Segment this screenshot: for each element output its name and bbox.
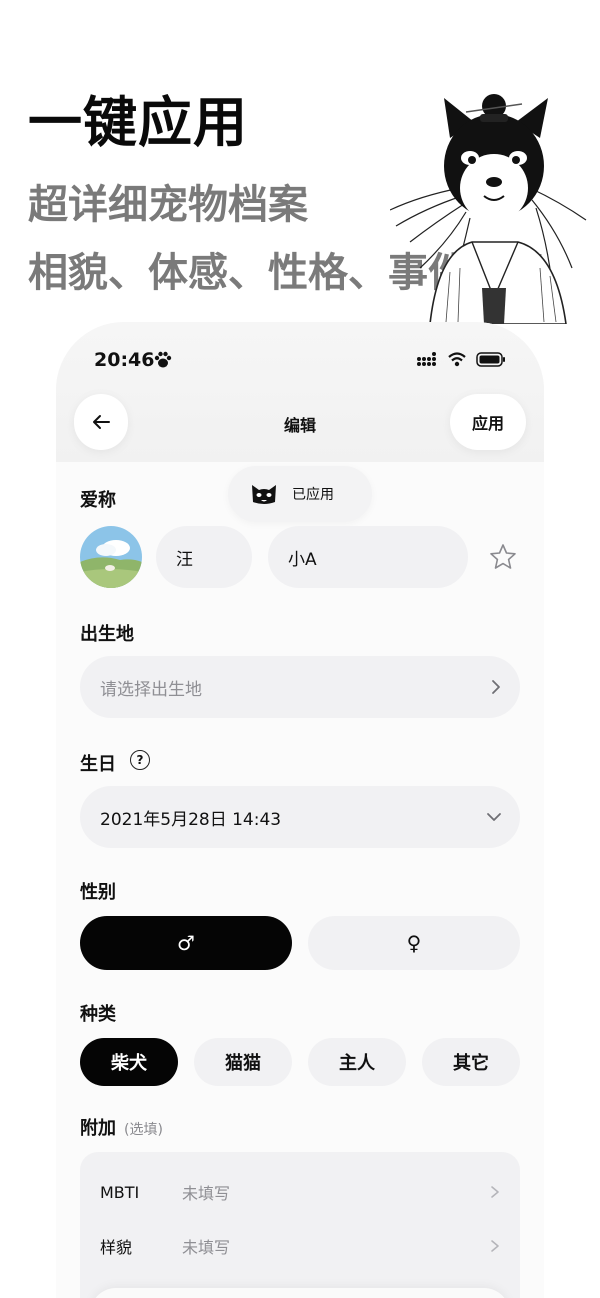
avatar[interactable]	[80, 526, 142, 588]
species-chip-other[interactable]: 其它	[422, 1038, 520, 1086]
help-icon[interactable]: ?	[130, 750, 150, 770]
species-chip-shiba[interactable]: 柴犬	[80, 1038, 178, 1086]
birthday-select[interactable]: 2021年5月28日 14:43	[80, 786, 520, 848]
chevron-down-icon	[487, 813, 501, 821]
name-input[interactable]: 小A	[268, 526, 468, 588]
birthday-label: 生日	[80, 754, 116, 775]
birthplace-placeholder: 请选择出生地	[100, 679, 202, 700]
star-icon[interactable]	[488, 542, 518, 572]
extra-row-key: 样貌	[100, 1238, 133, 1257]
gender-label: 性别	[80, 882, 116, 903]
promo-title: 一键应用	[28, 90, 248, 154]
bottom-sheet-edge	[90, 1288, 510, 1298]
gender-male-button[interactable]: ♂	[80, 916, 292, 970]
extra-row-mbti[interactable]: MBTI 未填写	[100, 1177, 500, 1207]
signal-icon	[417, 352, 436, 366]
birthplace-select[interactable]: 请选择出生地	[80, 656, 520, 718]
surname-input[interactable]: 汪	[156, 526, 252, 588]
species-chip-cat[interactable]: 猫猫	[194, 1038, 292, 1086]
extra-label-text: 附加	[80, 1118, 116, 1139]
extra-label: 附加 (选填)	[80, 1114, 163, 1140]
extra-card: MBTI 未填写 样貌 未填写	[80, 1152, 520, 1298]
birthday-value: 2021年5月28日 14:43	[100, 809, 282, 830]
apply-button[interactable]: 应用	[450, 394, 526, 450]
paw-icon	[154, 351, 172, 368]
birthplace-label: 出生地	[80, 624, 134, 645]
extra-row-value: 未填写	[182, 1238, 231, 1257]
chevron-right-icon	[492, 680, 500, 694]
nickname-label: 爱称	[80, 490, 116, 511]
gender-female-button[interactable]: ♀	[308, 916, 520, 970]
extra-row-appearance[interactable]: 样貌 未填写	[100, 1231, 500, 1261]
phone-frame: 20:46 编辑 应用 爱称 已应用 汪 小A 出生地 请选择出生地 生日 ? …	[56, 322, 544, 1298]
optional-hint: (选填)	[124, 1122, 163, 1138]
species-chip-owner[interactable]: 主人	[308, 1038, 406, 1086]
chevron-right-icon	[491, 1240, 499, 1252]
species-label: 种类	[80, 1004, 116, 1025]
shiba-icon	[252, 485, 276, 504]
extra-row-value: 未填写	[182, 1184, 231, 1203]
promo-subtitle-1: 超详细宠物档案	[28, 181, 308, 228]
toast-text: 已应用	[292, 487, 334, 503]
chevron-right-icon	[491, 1186, 499, 1198]
shiba-monk-illustration	[390, 94, 587, 324]
extra-row-key: MBTI	[100, 1182, 140, 1202]
applied-toast: 已应用	[228, 466, 372, 522]
status-time: 20:46	[94, 349, 155, 371]
wifi-icon	[448, 352, 466, 367]
battery-icon	[476, 352, 505, 367]
